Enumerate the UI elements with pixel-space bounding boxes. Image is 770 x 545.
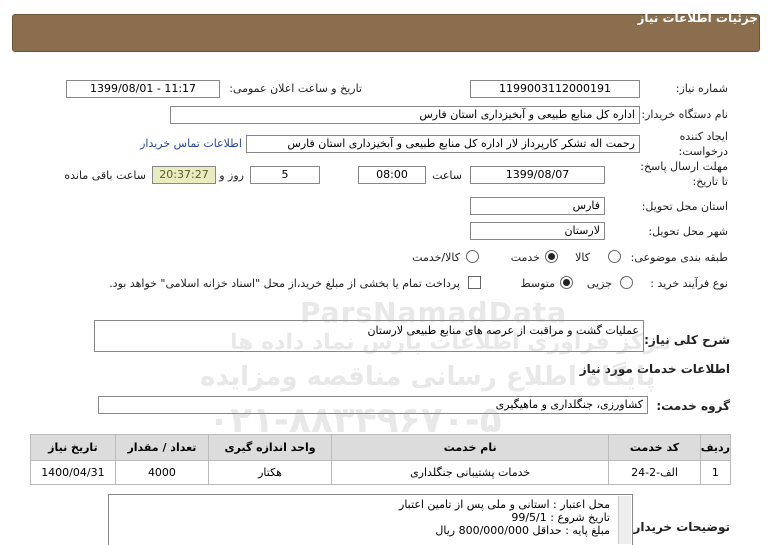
days-label: روز و — [219, 169, 244, 182]
buyer-notes-line: مبلغ پایه : حداقل 800/000/000 ریال — [435, 524, 610, 537]
province-field: فارس — [470, 197, 605, 215]
category-option-goods: کالا — [575, 251, 590, 264]
process-option-minor: جزیی — [586, 277, 612, 290]
deadline-label-1: مهلت ارسال پاسخ: — [640, 160, 728, 173]
remaining-label: ساعت باقی مانده — [64, 169, 146, 182]
cell-service-name: خدمات پشتیبانی جنگلداری — [331, 460, 610, 485]
remaining-time-field: 20:37:27 — [152, 166, 216, 184]
days-field: 5 — [250, 166, 320, 184]
table-row: 1 الف-2-24 خدمات پشتیبانی جنگلداری هکتار… — [30, 460, 732, 485]
creator-field: رحمت اله تشکر کارپرداز لار اداره کل مناب… — [246, 135, 640, 153]
summary-label: شرح کلی نیاز: — [644, 333, 730, 347]
deadline-date-field: 1399/08/07 — [470, 166, 605, 184]
buyer-contact-link[interactable]: اطلاعات تماس خریدار — [140, 137, 242, 150]
buyer-notes-line: تاریخ شروع : 99/5/1 — [511, 511, 610, 524]
col-header-unit: واحد اندازه گیری — [208, 434, 333, 461]
services-table: ردیف کد خدمت نام خدمت واحد اندازه گیری ت… — [30, 434, 732, 485]
category-option-service: خدمت — [510, 251, 540, 264]
buyer-notes-field[interactable]: محل اعتبار : استانی و ملی پس از تامین اع… — [108, 494, 633, 545]
service-group-label: گروه خدمت: — [656, 399, 730, 413]
page-title: جزئیات اطلاعات نیاز — [637, 11, 758, 25]
category-radio-goods-service[interactable] — [466, 250, 479, 263]
services-section-title: اطلاعات خدمات مورد نیاز — [579, 362, 730, 376]
col-header-row-no: ردیف — [699, 434, 732, 461]
buyer-org-field: اداره کل منابع طبیعی و آبخیزداری استان ف… — [170, 106, 640, 124]
city-label: شهر محل تحویل: — [648, 225, 728, 238]
cell-unit: هکتار — [208, 460, 333, 485]
category-option-goods-service: کالا/خدمت — [412, 251, 460, 264]
city-field: لارستان — [470, 222, 605, 240]
deadline-time-field: 08:00 — [358, 166, 426, 184]
treasury-payment-note: پرداخت تمام یا بخشی از مبلغ خرید،از محل … — [109, 277, 460, 290]
category-radio-service[interactable] — [545, 250, 558, 263]
buyer-org-label: نام دستگاه خریدار: — [641, 108, 728, 121]
category-radio-goods[interactable] — [608, 250, 621, 263]
announce-label: تاریخ و ساعت اعلان عمومی: — [229, 82, 362, 95]
cell-service-code: الف-2-24 — [608, 460, 701, 485]
summary-field: عملیات گشت و مراقبت از عرصه های منابع طب… — [94, 320, 644, 352]
col-header-quantity: تعداد / مقدار — [114, 434, 210, 461]
announce-field: 1399/08/01 - 11:17 — [66, 80, 220, 98]
col-header-need-date: تاریخ نیاز — [30, 434, 116, 461]
process-label: نوع فرآیند خرید : — [650, 277, 728, 290]
col-header-service-name: نام خدمت — [331, 434, 610, 461]
need-number-field: 1199003112000191 — [470, 80, 640, 98]
services-table-header-row: ردیف کد خدمت نام خدمت واحد اندازه گیری ت… — [30, 434, 732, 461]
buyer-notes-label: توضیحات خریدار: — [628, 520, 730, 534]
service-group-field: کشاورزی، جنگلداری و ماهیگیری — [98, 396, 648, 414]
creator-label-1: ایجاد کننده — [679, 130, 728, 143]
deadline-time-label: ساعت — [432, 169, 462, 182]
cell-row-no: 1 — [699, 460, 732, 485]
treasury-payment-checkbox[interactable] — [468, 276, 481, 289]
buyer-notes-scrollbar[interactable] — [618, 496, 631, 544]
province-label: استان محل تحویل: — [641, 200, 728, 213]
col-header-service-code: کد خدمت — [608, 434, 701, 461]
category-label: طبقه بندی موضوعی: — [630, 251, 728, 264]
cell-quantity: 4000 — [114, 460, 210, 485]
process-radio-medium[interactable] — [560, 276, 573, 289]
deadline-label-2: تا تاریخ: — [692, 175, 728, 188]
buyer-notes-line: محل اعتبار : استانی و ملی پس از تامین اع… — [399, 498, 610, 511]
cell-need-date: 1400/04/31 — [30, 460, 116, 485]
process-radio-minor[interactable] — [620, 276, 633, 289]
creator-label-2: درخواست: — [678, 145, 728, 158]
need-number-label: شماره نیاز: — [675, 82, 728, 95]
process-option-medium: متوسط — [520, 277, 555, 290]
